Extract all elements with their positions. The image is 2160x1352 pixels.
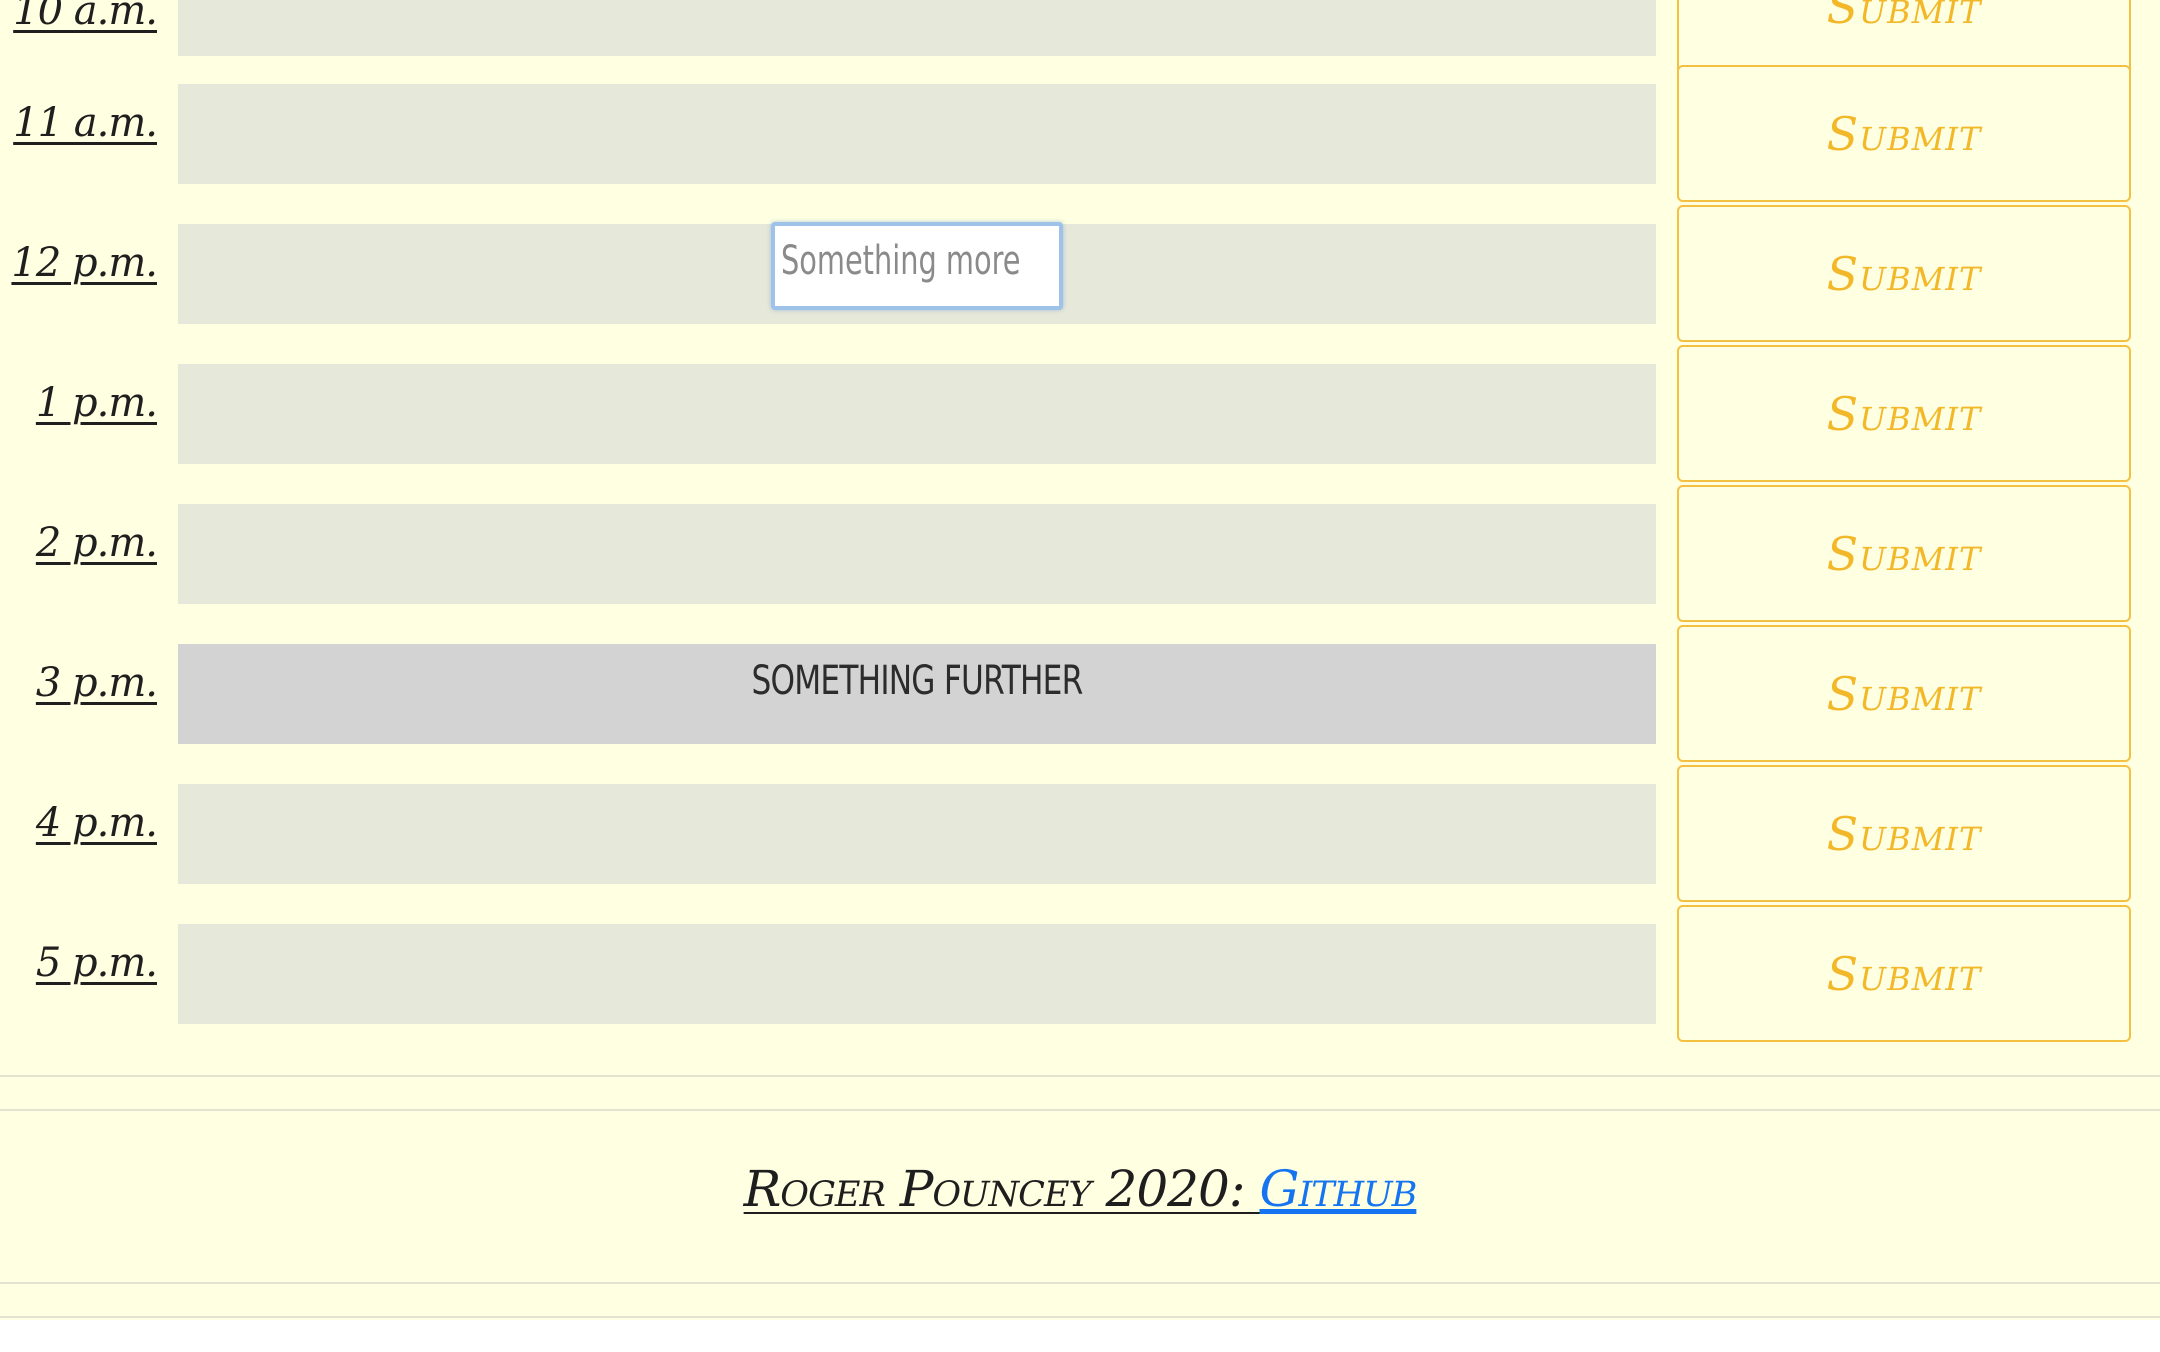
hour-label: 1 p.m. [35,380,158,426]
hour-label: 10 a.m. [13,0,158,34]
hour-label: 4 p.m. [35,800,158,846]
divider [0,1109,2160,1111]
hour-label: 3 p.m. [35,660,158,706]
hour-label: 5 p.m. [35,940,158,986]
event-slot[interactable] [178,0,1656,56]
submit-button[interactable]: Submit [1677,485,2131,622]
event-slot[interactable] [178,364,1656,464]
event-text: SOMETHING FURTHER [751,658,1083,704]
submit-button[interactable]: Submit [1677,345,2131,482]
event-edit-input[interactable]: Something more [771,222,1063,310]
time-row-1pm: 1 p.m. Submit [0,344,2160,484]
time-row-12pm: 12 p.m. Submit [0,204,2160,344]
divider [0,1075,2160,1077]
scheduler-page: 10 a.m. Submit 11 a.m. Submit 12 p.m. Su… [0,0,2160,1320]
event-slot[interactable] [178,504,1656,604]
submit-button[interactable]: Submit [1677,65,2131,202]
time-row-10am: 10 a.m. Submit [0,0,2160,75]
time-row-11am: 11 a.m. Submit [0,64,2160,204]
divider [0,1282,2160,1284]
footer: Roger Pouncey 2020: Github [0,1160,2160,1218]
submit-button[interactable]: Submit [1677,905,2131,1042]
hour-label: 12 p.m. [11,240,158,286]
event-slot[interactable]: SOMETHING FURTHER [178,644,1656,744]
submit-button[interactable]: Submit [1677,765,2131,902]
divider [0,1316,2160,1318]
time-row-2pm: 2 p.m. Submit [0,484,2160,624]
event-slot[interactable] [178,924,1656,1024]
time-row-5pm: 5 p.m. Submit [0,904,2160,1044]
event-slot[interactable] [178,784,1656,884]
submit-button[interactable]: Submit [1677,205,2131,342]
submit-button[interactable]: Submit [1677,625,2131,762]
event-slot[interactable] [178,84,1656,184]
footer-credit: Roger Pouncey 2020: [743,1160,1260,1218]
time-row-4pm: 4 p.m. Submit [0,764,2160,904]
time-row-3pm: 3 p.m. SOMETHING FURTHER Submit [0,624,2160,764]
event-edit-input-value: Something more [781,238,1021,284]
hour-label: 11 a.m. [13,100,158,146]
github-link[interactable]: Github [1260,1160,1418,1218]
hour-label: 2 p.m. [35,520,158,566]
